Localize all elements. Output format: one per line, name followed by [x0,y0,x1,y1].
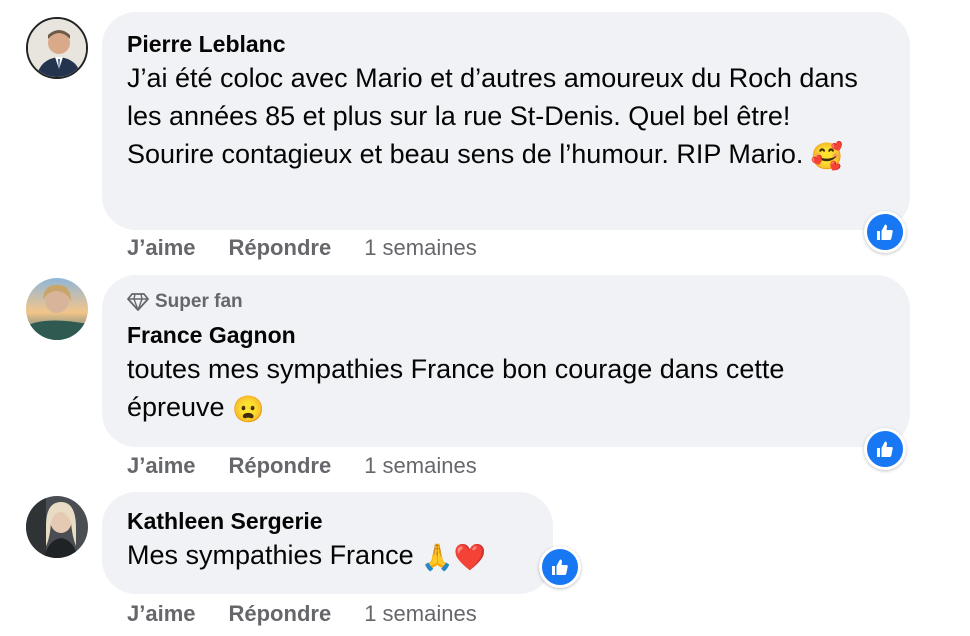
comment-text: Mes sympathies France 🙏❤️ [127,536,527,576]
comment-bubble: Super fan France Gagnon toutes mes sympa… [102,275,910,447]
comment-author[interactable]: France Gagnon [127,320,884,350]
avatar[interactable] [26,278,88,340]
emoji: 🙏❤️ [421,542,486,572]
comment-text: J’ai été coloc avec Mario et d’autres am… [127,59,884,175]
timestamp[interactable]: 1 semaines [364,453,477,479]
comment-author[interactable]: Kathleen Sergerie [127,506,527,536]
comment-actions: J’aime Répondre 1 semaines [127,235,477,261]
avatar-image [28,19,86,77]
like-button[interactable]: J’aime [127,453,196,479]
comment-text-body: J’ai été coloc avec Mario et d’autres am… [127,63,858,169]
comment-author[interactable]: Pierre Leblanc [127,29,884,59]
superfan-label: Super fan [155,291,243,312]
avatar-image [26,496,88,558]
comment-bubble: Pierre Leblanc J’ai été coloc avec Mario… [102,12,910,230]
avatar[interactable] [26,17,88,79]
emoji: 😦 [232,394,265,424]
reply-button[interactable]: Répondre [229,235,332,261]
like-button[interactable]: J’aime [127,601,196,627]
timestamp[interactable]: 1 semaines [364,601,477,627]
reply-button[interactable]: Répondre [229,601,332,627]
reaction-badge[interactable] [864,211,906,253]
comment-text: toutes mes sympathies France bon courage… [127,350,884,428]
emoji: 🥰 [810,141,844,171]
avatar[interactable] [26,496,88,558]
thumbs-up-icon [877,224,893,240]
superfan-badge: Super fan [127,290,884,314]
thumbs-up-icon [552,559,568,575]
diamond-icon [127,293,149,311]
timestamp[interactable]: 1 semaines [364,235,477,261]
comment-bubble: Kathleen Sergerie Mes sympathies France … [102,492,553,594]
thumbs-up-icon [877,441,893,457]
reaction-badge[interactable] [539,546,581,588]
like-button[interactable]: J’aime [127,235,196,261]
comment-text-body: Mes sympathies France [127,540,414,570]
comment-actions: J’aime Répondre 1 semaines [127,453,477,479]
reaction-badge[interactable] [864,428,906,470]
comment-text-body: toutes mes sympathies France bon courage… [127,354,785,422]
comment-actions: J’aime Répondre 1 semaines [127,601,477,627]
avatar-image [26,278,88,340]
reply-button[interactable]: Répondre [229,453,332,479]
